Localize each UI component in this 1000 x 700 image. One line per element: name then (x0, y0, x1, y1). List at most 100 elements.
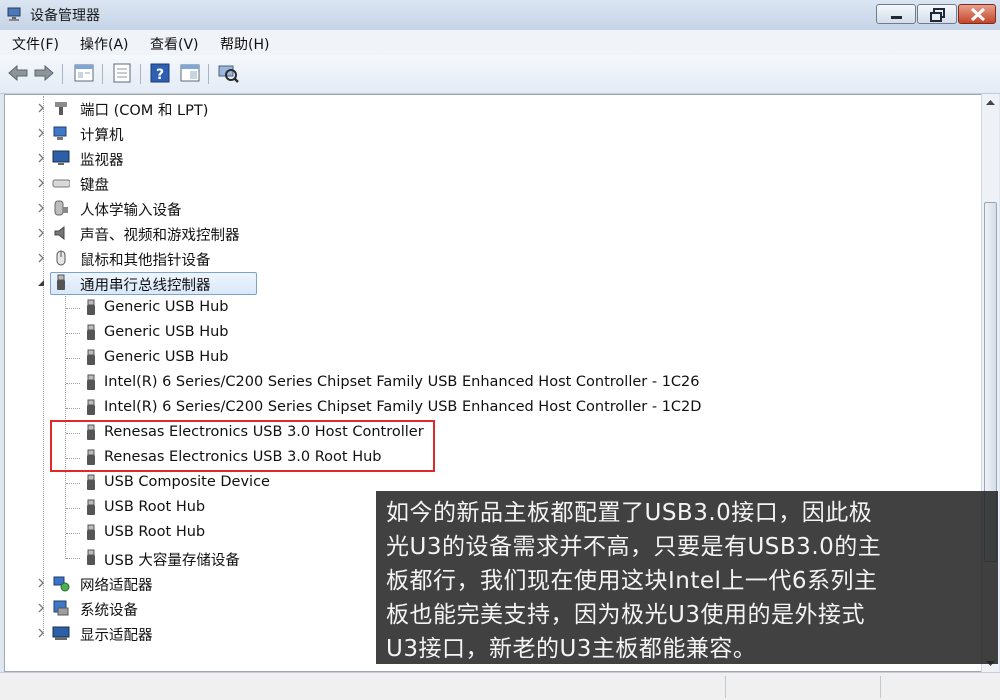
usb-device-icon (87, 324, 95, 340)
tree-item-usb-controllers[interactable]: 通用串行总线控制器 (36, 272, 436, 295)
usb-device-item[interactable]: Generic USB Hub (66, 322, 786, 344)
close-button[interactable] (958, 4, 996, 24)
device-manager-app-icon (7, 7, 21, 21)
console-tree-icon[interactable] (110, 62, 134, 84)
tree-connector-line (66, 408, 80, 409)
tree-item-label: 计算机 (80, 128, 124, 144)
usb-device-icon (87, 474, 95, 490)
expand-arrow-icon[interactable] (36, 603, 46, 613)
forward-arrow-icon[interactable] (32, 62, 56, 84)
usb-device-label: USB Root Hub (104, 499, 206, 515)
scroll-up-icon[interactable] (985, 98, 996, 106)
back-arrow-icon[interactable] (6, 62, 30, 84)
port-icon (55, 102, 67, 115)
tree-item-keyboards[interactable]: 键盘 (36, 172, 436, 194)
expand-arrow-icon[interactable] (36, 628, 46, 638)
tree-item-monitors[interactable]: 监视器 (36, 147, 436, 169)
toolbar: ? (0, 55, 1000, 94)
expand-arrow-icon[interactable] (36, 578, 46, 588)
usb-device-label: Intel(R) 6 Series/C200 Series Chipset Fa… (104, 374, 700, 390)
usb-device-label: Intel(R) 6 Series/C200 Series Chipset Fa… (104, 399, 702, 415)
collapse-arrow-icon[interactable] (36, 278, 46, 288)
tree-item-label: 监视器 (80, 153, 124, 169)
expand-arrow-icon[interactable] (36, 178, 46, 188)
expand-arrow-icon[interactable] (36, 153, 46, 163)
tree-connector-line (66, 333, 80, 334)
usb-device-icon (87, 399, 95, 415)
menu-file[interactable]: 文件(F) (12, 34, 59, 54)
menu-action[interactable]: 操作(A) (80, 34, 129, 54)
tree-connector-line (66, 483, 80, 484)
caption-line: U3接口，新老的U3主板都能兼容。 (386, 636, 757, 662)
minimize-button[interactable] (876, 4, 916, 24)
scan-hardware-icon[interactable] (216, 62, 240, 84)
tree-connector-line (66, 383, 80, 384)
minimize-icon (891, 16, 902, 19)
toolbar-separator (208, 64, 209, 84)
status-bar (0, 672, 1000, 700)
tree-connector-line (66, 358, 80, 359)
tree-item-label: 系统设备 (80, 603, 138, 619)
usb-plug-icon (57, 274, 65, 290)
tree-connector-line (66, 308, 80, 309)
status-divider (725, 676, 726, 698)
usb-device-icon (87, 374, 95, 390)
usb-device-icon (87, 349, 95, 365)
usb-device-item[interactable]: Generic USB Hub (66, 297, 786, 319)
tree-item-sound[interactable]: 声音、视频和游戏控制器 (36, 222, 436, 244)
usb-device-item[interactable]: Intel(R) 6 Series/C200 Series Chipset Fa… (66, 372, 786, 394)
properties-icon[interactable] (72, 62, 96, 84)
usb-device-item[interactable]: Intel(R) 6 Series/C200 Series Chipset Fa… (66, 397, 786, 419)
tree-item-label: 鼠标和其他指针设备 (80, 253, 211, 269)
expand-arrow-icon[interactable] (36, 203, 46, 213)
tree-connector-line (66, 508, 80, 509)
toolbar-separator (102, 64, 103, 84)
network-icon (53, 576, 70, 592)
tree-item-label: 声音、视频和游戏控制器 (80, 228, 240, 244)
tree-item-computer[interactable]: 计算机 (36, 122, 436, 144)
status-divider (880, 676, 881, 698)
close-icon (970, 7, 986, 22)
keyboard-icon (52, 179, 70, 188)
caption-line: 板都行，我们现在使用这块Intel上一代6系列主 (386, 568, 878, 594)
tree-item-label: 网络适配器 (80, 578, 153, 594)
tree-item-label: 键盘 (80, 178, 109, 194)
restore-icon (930, 8, 945, 22)
expand-arrow-icon[interactable] (36, 128, 46, 138)
expand-arrow-icon[interactable] (36, 253, 46, 263)
usb-device-label: USB Root Hub (104, 524, 206, 540)
caption-line: 如今的新品主板都配置了USB3.0接口，因此极 (386, 500, 873, 526)
window-title: 设备管理器 (30, 8, 100, 24)
tree-item-label: 端口 (COM 和 LPT) (80, 103, 209, 119)
tree-item-mice[interactable]: 鼠标和其他指针设备 (36, 247, 436, 269)
highlight-box-renesas (50, 420, 435, 472)
usb-device-item[interactable]: Generic USB Hub (66, 347, 786, 369)
usb-device-icon (87, 499, 95, 515)
help-icon[interactable]: ? (148, 62, 172, 84)
menu-help[interactable]: 帮助(H) (220, 34, 269, 54)
mouse-icon (56, 250, 66, 266)
tree-item-label: 显示适配器 (80, 628, 153, 644)
usb-device-label: Generic USB Hub (104, 299, 229, 315)
usb-device-label: USB Composite Device (104, 474, 270, 490)
toolbar-separator (62, 64, 63, 84)
usb-device-label: Generic USB Hub (104, 349, 229, 365)
tree-item-label: 人体学输入设备 (80, 203, 182, 219)
monitor-icon (52, 150, 70, 165)
title-bar[interactable]: 设备管理器 (0, 0, 1000, 30)
caption-line: 板也能完美支持，因为极光U3使用的是外接式 (386, 602, 865, 628)
tree-item-ports[interactable]: 端口 (COM 和 LPT) (36, 97, 436, 119)
tree-item-label: 通用串行总线控制器 (80, 278, 211, 294)
caption-overlay: 如今的新品主板都配置了USB3.0接口，因此极 光U3的设备需求并不高，只要是有… (376, 491, 998, 664)
tree-item-hid[interactable]: 人体学输入设备 (36, 197, 436, 219)
hid-icon (54, 200, 68, 216)
speaker-icon (54, 225, 65, 241)
toolbar-separator (140, 64, 141, 84)
restore-button[interactable] (917, 4, 957, 24)
action-pane-icon[interactable] (178, 62, 202, 84)
expand-arrow-icon[interactable] (36, 103, 46, 113)
caption-line: 光U3的设备需求并不高，只要是有USB3.0的主 (386, 534, 882, 560)
expand-arrow-icon[interactable] (36, 228, 46, 238)
menu-view[interactable]: 查看(V) (150, 34, 199, 54)
tree-connector-line (66, 533, 80, 534)
